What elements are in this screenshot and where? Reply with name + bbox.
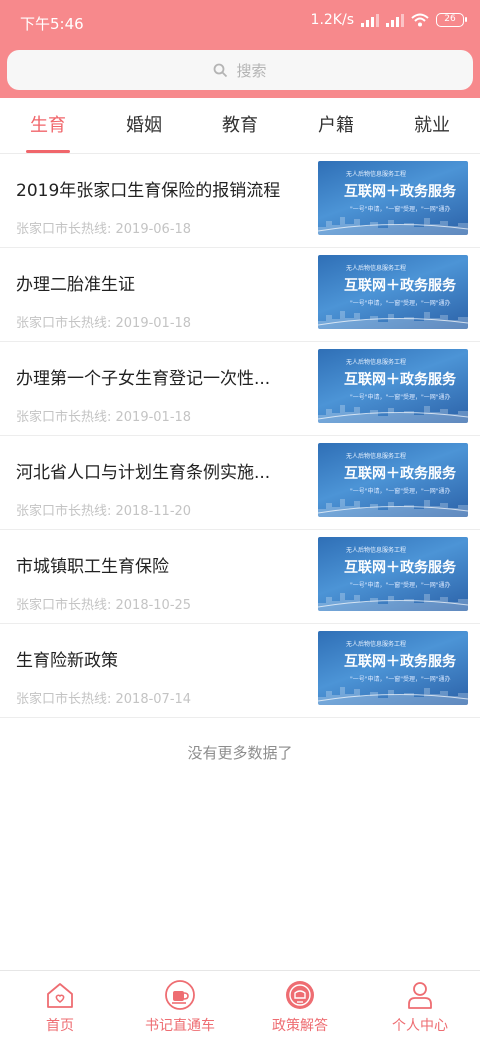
header: 下午5:46 1.2K/s 26 搜索 bbox=[0, 0, 480, 98]
thumbnail-small-text: 无人后物信息服务工程 bbox=[346, 265, 407, 272]
article-list: 2019年张家口生育保险的报销流程 张家口市长热线: 2019-06-18 无人… bbox=[0, 154, 480, 718]
thumbnail-small-text: 无人后物信息服务工程 bbox=[346, 547, 407, 554]
item-meta: 张家口市长热线: 2019-06-18 bbox=[16, 222, 192, 237]
list-item[interactable]: 河北省人口与计划生育条例实施... 张家口市长热线: 2018-11-20 无人… bbox=[0, 436, 480, 530]
city-skyline-graphic bbox=[318, 687, 468, 705]
search-icon bbox=[214, 63, 228, 77]
tab-jiuye[interactable]: 就业 bbox=[384, 98, 480, 154]
tab-shengyu[interactable]: 生育 bbox=[0, 98, 96, 154]
active-tab-indicator bbox=[26, 150, 70, 153]
city-skyline-graphic bbox=[318, 405, 468, 423]
wifi-icon bbox=[411, 13, 429, 27]
tab-jiaoyu[interactable]: 教育 bbox=[192, 98, 288, 154]
thumbnail-title: 互联网＋政务服务 bbox=[344, 372, 456, 388]
person-icon bbox=[408, 982, 432, 1009]
city-skyline-graphic bbox=[318, 593, 468, 611]
item-title: 生育险新政策 bbox=[16, 651, 118, 671]
item-title: 河北省人口与计划生育条例实施... bbox=[16, 463, 271, 483]
thumbnail-small-text: 无人后物信息服务工程 bbox=[346, 453, 407, 460]
list-item[interactable]: 生育险新政策 张家口市长热线: 2018-07-14 无人后物信息服务工程互联网… bbox=[0, 624, 480, 718]
thumbnail-title: 互联网＋政务服务 bbox=[344, 560, 456, 576]
nav-label: 首页 bbox=[46, 1018, 74, 1034]
item-thumbnail: 无人后物信息服务工程 互联网＋政务服务 "一号"申请，"一窗"受理，"一网"通办 bbox=[318, 349, 468, 423]
tab-huji[interactable]: 户籍 bbox=[288, 98, 384, 154]
thumbnail-small-text: 无人后物信息服务工程 bbox=[346, 359, 407, 366]
item-title: 办理第一个子女生育登记一次性... bbox=[16, 369, 271, 389]
city-skyline-graphic bbox=[318, 499, 468, 517]
list-item[interactable]: 办理二胎准生证 张家口市长热线: 2019-01-18 无人后物信息服务工程互联… bbox=[0, 248, 480, 342]
nav-profile[interactable]: 个人中心 bbox=[360, 971, 480, 1040]
item-title: 市城镇职工生育保险 bbox=[16, 557, 169, 577]
thumbnail-title: 互联网＋政务服务 bbox=[344, 654, 456, 670]
item-thumbnail: 无人后物信息服务工程 互联网＋政务服务 "一号"申请，"一窗"受理，"一网"通办 bbox=[318, 443, 468, 517]
item-meta: 张家口市长热线: 2018-10-25 bbox=[16, 598, 192, 613]
signal-icon bbox=[386, 13, 404, 27]
nav-label: 书记直通车 bbox=[145, 1018, 215, 1034]
thumbnail-small-text: 无人后物信息服务工程 bbox=[346, 641, 407, 648]
home-heart-icon bbox=[47, 983, 73, 1008]
item-meta: 张家口市长热线: 2019-01-18 bbox=[16, 410, 192, 425]
thumbnail-title: 互联网＋政务服务 bbox=[344, 184, 456, 200]
nav-label: 个人中心 bbox=[392, 1018, 448, 1034]
item-thumbnail: 无人后物信息服务工程 互联网＋政务服务 "一号"申请，"一窗"受理，"一网"通办 bbox=[318, 631, 468, 705]
item-title: 2019年张家口生育保险的报销流程 bbox=[16, 181, 281, 201]
item-title: 办理二胎准生证 bbox=[16, 275, 135, 295]
network-speed: 1.2K/s bbox=[310, 12, 354, 28]
thumbnail-title: 互联网＋政务服务 bbox=[344, 466, 456, 482]
city-skyline-graphic bbox=[318, 217, 468, 235]
bottom-nav: 首页 书记直通车 政策解答 个人中心 bbox=[0, 970, 480, 1040]
nav-label: 政策解答 bbox=[272, 1018, 328, 1034]
list-item[interactable]: 2019年张家口生育保险的报销流程 张家口市长热线: 2019-06-18 无人… bbox=[0, 154, 480, 248]
search-input[interactable]: 搜索 bbox=[7, 50, 473, 90]
battery-icon: 26 bbox=[436, 13, 467, 27]
item-meta: 张家口市长热线: 2018-11-20 bbox=[16, 504, 192, 519]
status-indicators: 1.2K/s 26 bbox=[310, 12, 467, 28]
list-end-text: 没有更多数据了 bbox=[187, 744, 293, 762]
item-meta: 张家口市长热线: 2018-07-14 bbox=[16, 692, 192, 707]
category-tabs: 生育 婚姻 教育 户籍 就业 bbox=[0, 98, 480, 154]
search-placeholder: 搜索 bbox=[236, 61, 267, 80]
item-meta: 张家口市长热线: 2019-01-18 bbox=[16, 316, 192, 331]
city-skyline-graphic bbox=[318, 311, 468, 329]
nav-policy[interactable]: 政策解答 bbox=[240, 971, 360, 1040]
qa-badge-icon bbox=[286, 981, 314, 1009]
cup-icon bbox=[165, 980, 195, 1010]
list-item[interactable]: 市城镇职工生育保险 张家口市长热线: 2018-10-25 无人后物信息服务工程… bbox=[0, 530, 480, 624]
tab-hunyin[interactable]: 婚姻 bbox=[96, 98, 192, 154]
status-time: 下午5:46 bbox=[20, 15, 84, 33]
item-thumbnail: 无人后物信息服务工程 互联网＋政务服务 "一号"申请，"一窗"受理，"一网"通办 bbox=[318, 537, 468, 611]
item-thumbnail: 无人后物信息服务工程 互联网＋政务服务 "一号"申请，"一窗"受理，"一网"通办 bbox=[318, 255, 468, 329]
thumbnail-title: 互联网＋政务服务 bbox=[344, 278, 456, 294]
signal-icon bbox=[361, 13, 379, 27]
nav-home[interactable]: 首页 bbox=[0, 971, 120, 1040]
status-bar: 下午5:46 1.2K/s 26 bbox=[0, 0, 480, 44]
thumbnail-small-text: 无人后物信息服务工程 bbox=[346, 171, 407, 178]
item-thumbnail: 无人后物信息服务工程 互联网＋政务服务 "一号"申请，"一窗"受理，"一网"通办 bbox=[318, 161, 468, 235]
list-item[interactable]: 办理第一个子女生育登记一次性... 张家口市长热线: 2019-01-18 无人… bbox=[0, 342, 480, 436]
nav-secretary[interactable]: 书记直通车 bbox=[120, 971, 240, 1040]
